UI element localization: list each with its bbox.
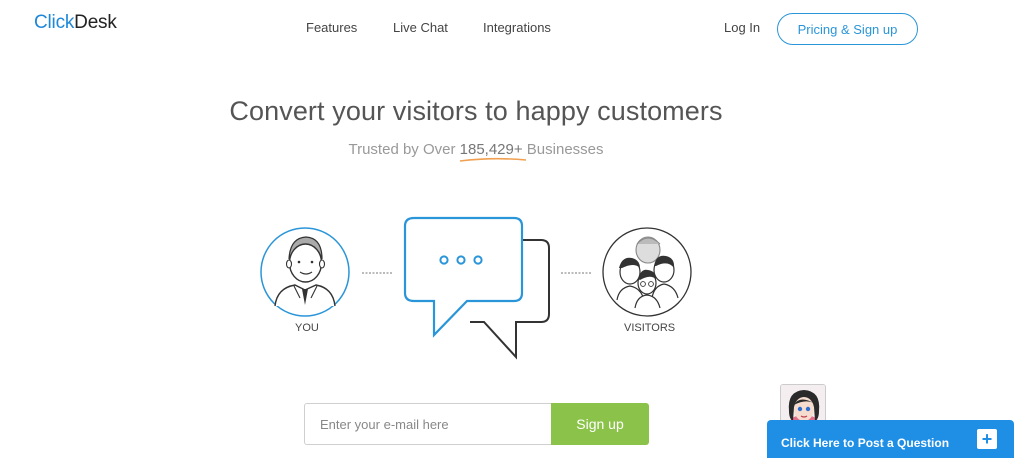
business-count: 185,429+ [459,141,526,162]
you-label: YOU [295,322,319,334]
chat-widget-label[interactable]: Click Here to Post a Question [781,436,949,450]
chat-illustration [260,216,692,360]
typing-dots-icon [439,255,483,265]
trusted-line: Trusted by Over 185,429+ Businesses [0,141,952,162]
visitors-group-icon [602,227,692,317]
plus-icon[interactable]: + [977,429,997,449]
nav-live-chat[interactable]: Live Chat [393,20,448,35]
trusted-prefix: Trusted by Over [348,141,460,158]
trusted-suffix: Businesses [522,141,604,158]
hero-headline: Convert your visitors to happy customers [229,96,723,126]
login-link[interactable]: Log In [724,20,760,35]
chat-widget-bar[interactable]: Click Here to Post a Question + [767,420,1014,458]
email-input[interactable] [304,403,552,445]
nav-integrations[interactable]: Integrations [483,20,551,35]
pricing-signup-button[interactable]: Pricing & Sign up [777,13,918,45]
nav-features[interactable]: Features [306,20,357,35]
signup-form: Sign up [304,403,649,445]
signup-button[interactable]: Sign up [551,403,649,445]
visitors-label: VISITORS [624,322,676,334]
orange-underline-icon [459,157,526,162]
you-avatar-icon [260,227,350,317]
